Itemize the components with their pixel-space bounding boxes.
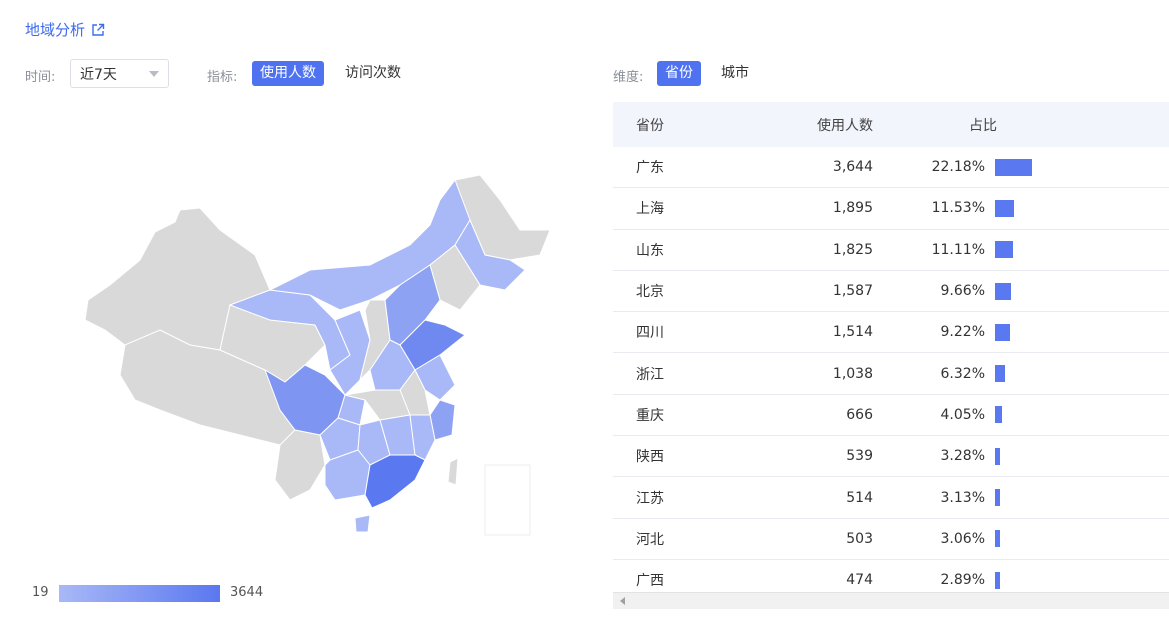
- cell-share: 11.11%: [931, 241, 985, 258]
- table-row[interactable]: 河北 503 3.06%: [613, 519, 1169, 560]
- header-province: 省份: [636, 117, 664, 134]
- share-bar: [995, 571, 1000, 589]
- metric-label: 指标:: [207, 70, 238, 85]
- cell-province: 江苏: [636, 490, 664, 507]
- share-bar: [995, 406, 1002, 424]
- time-select[interactable]: 近7天: [70, 59, 169, 88]
- external-link-icon[interactable]: [91, 23, 105, 37]
- header-users: 使用人数: [817, 117, 873, 134]
- table-row[interactable]: 广东 3,644 22.18%: [613, 147, 1169, 189]
- table-row[interactable]: 四川 1,514 9.22%: [613, 312, 1169, 354]
- legend-max: 3644: [230, 585, 264, 600]
- cell-share: 6.32%: [940, 365, 985, 382]
- map-region-taiwan[interactable]: [447, 457, 459, 486]
- cell-users: 1,587: [832, 283, 873, 300]
- share-bar: [995, 447, 1000, 465]
- share-bar: [995, 158, 1032, 176]
- header-share: 占比: [969, 117, 997, 134]
- province-table: 省份 使用人数 占比 广东 3,644 22.18% 上海 1,895 11.53% 山东 1…: [613, 102, 1169, 590]
- cell-users: 666: [846, 406, 873, 423]
- share-bar: [995, 489, 1000, 507]
- cell-users: 1,825: [832, 241, 873, 258]
- cell-province: 广西: [636, 573, 664, 590]
- dimension-option-city[interactable]: 城市: [713, 61, 757, 86]
- table-row[interactable]: 陕西 539 3.28%: [613, 436, 1169, 478]
- cell-users: 1,514: [832, 324, 873, 341]
- table-row[interactable]: 重庆 666 4.05%: [613, 395, 1169, 437]
- cell-share: 3.13%: [940, 489, 985, 506]
- cell-share: 3.28%: [940, 448, 985, 465]
- table-row[interactable]: 北京 1,587 9.66%: [613, 271, 1169, 313]
- table-row[interactable]: 山东 1,825 11.11%: [613, 230, 1169, 271]
- table-row[interactable]: 江苏 514 3.13%: [613, 477, 1169, 519]
- cell-users: 1,895: [832, 200, 873, 217]
- table-row[interactable]: 广西 474 2.89%: [613, 560, 1169, 590]
- share-bar: [995, 282, 1011, 300]
- chevron-down-icon: [149, 71, 159, 77]
- time-label: 时间:: [25, 70, 56, 85]
- cell-share: 2.89%: [940, 572, 985, 589]
- share-bar: [995, 323, 1010, 341]
- south-sea-inset: [484, 464, 531, 536]
- dimension-label: 维度:: [613, 70, 644, 85]
- china-map[interactable]: [80, 170, 555, 540]
- cell-users: 1,038: [832, 365, 873, 382]
- cell-province: 浙江: [636, 366, 664, 383]
- cell-share: 9.66%: [940, 283, 985, 300]
- legend-min: 19: [32, 585, 49, 600]
- time-select-value: 近7天: [80, 66, 117, 83]
- cell-share: 9.22%: [940, 324, 985, 341]
- cell-users: 514: [846, 489, 873, 506]
- cell-province: 广东: [636, 160, 664, 177]
- cell-province: 重庆: [636, 407, 664, 424]
- cell-province: 四川: [636, 325, 664, 342]
- section-title-text: 地域分析: [25, 21, 86, 39]
- cell-province: 山东: [636, 242, 664, 259]
- cell-province: 河北: [636, 531, 664, 548]
- cell-users: 474: [846, 572, 873, 589]
- table-row[interactable]: 上海 1,895 11.53%: [613, 188, 1169, 230]
- metric-option-visits[interactable]: 访问次数: [337, 61, 409, 86]
- cell-share: 4.05%: [940, 406, 985, 423]
- map-region-guangdong[interactable]: [364, 454, 426, 509]
- section-title[interactable]: 地域分析: [25, 19, 105, 40]
- table-body: 广东 3,644 22.18% 上海 1,895 11.53% 山东 1,825 11.11% 北…: [613, 147, 1169, 590]
- table-row[interactable]: 浙江 1,038 6.32%: [613, 353, 1169, 395]
- horizontal-scrollbar[interactable]: [613, 592, 1169, 609]
- metric-option-users[interactable]: 使用人数: [252, 61, 324, 86]
- cell-province: 上海: [636, 201, 664, 218]
- share-bar: [995, 530, 1000, 548]
- cell-province: 陕西: [636, 449, 664, 466]
- map-region-hainan[interactable]: [354, 514, 371, 533]
- cell-province: 北京: [636, 284, 664, 301]
- share-bar: [995, 365, 1005, 383]
- cell-users: 3,644: [832, 159, 873, 176]
- cell-share: 22.18%: [931, 159, 985, 176]
- dimension-option-province[interactable]: 省份: [657, 61, 701, 86]
- cell-users: 539: [846, 448, 873, 465]
- cell-share: 11.53%: [931, 200, 985, 217]
- table-header: 省份 使用人数 占比: [613, 102, 1169, 147]
- share-bar: [995, 241, 1013, 259]
- share-bar: [995, 199, 1014, 217]
- scroll-left-icon[interactable]: [620, 597, 625, 605]
- legend-gradient[interactable]: [59, 585, 220, 602]
- cell-share: 3.06%: [940, 530, 985, 547]
- cell-users: 503: [846, 530, 873, 547]
